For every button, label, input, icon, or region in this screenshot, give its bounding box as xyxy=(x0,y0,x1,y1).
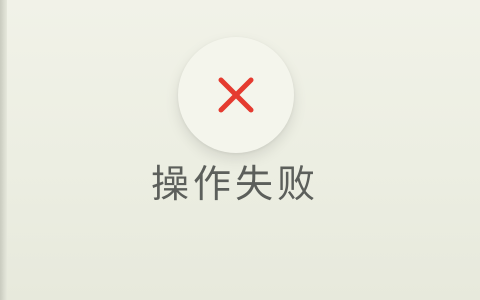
close-icon xyxy=(218,77,254,113)
screen-edge xyxy=(0,0,7,300)
status-icon-badge xyxy=(178,37,294,153)
status-message: 操作失败 xyxy=(150,162,319,206)
failure-screen: 操作失败 xyxy=(0,0,480,300)
